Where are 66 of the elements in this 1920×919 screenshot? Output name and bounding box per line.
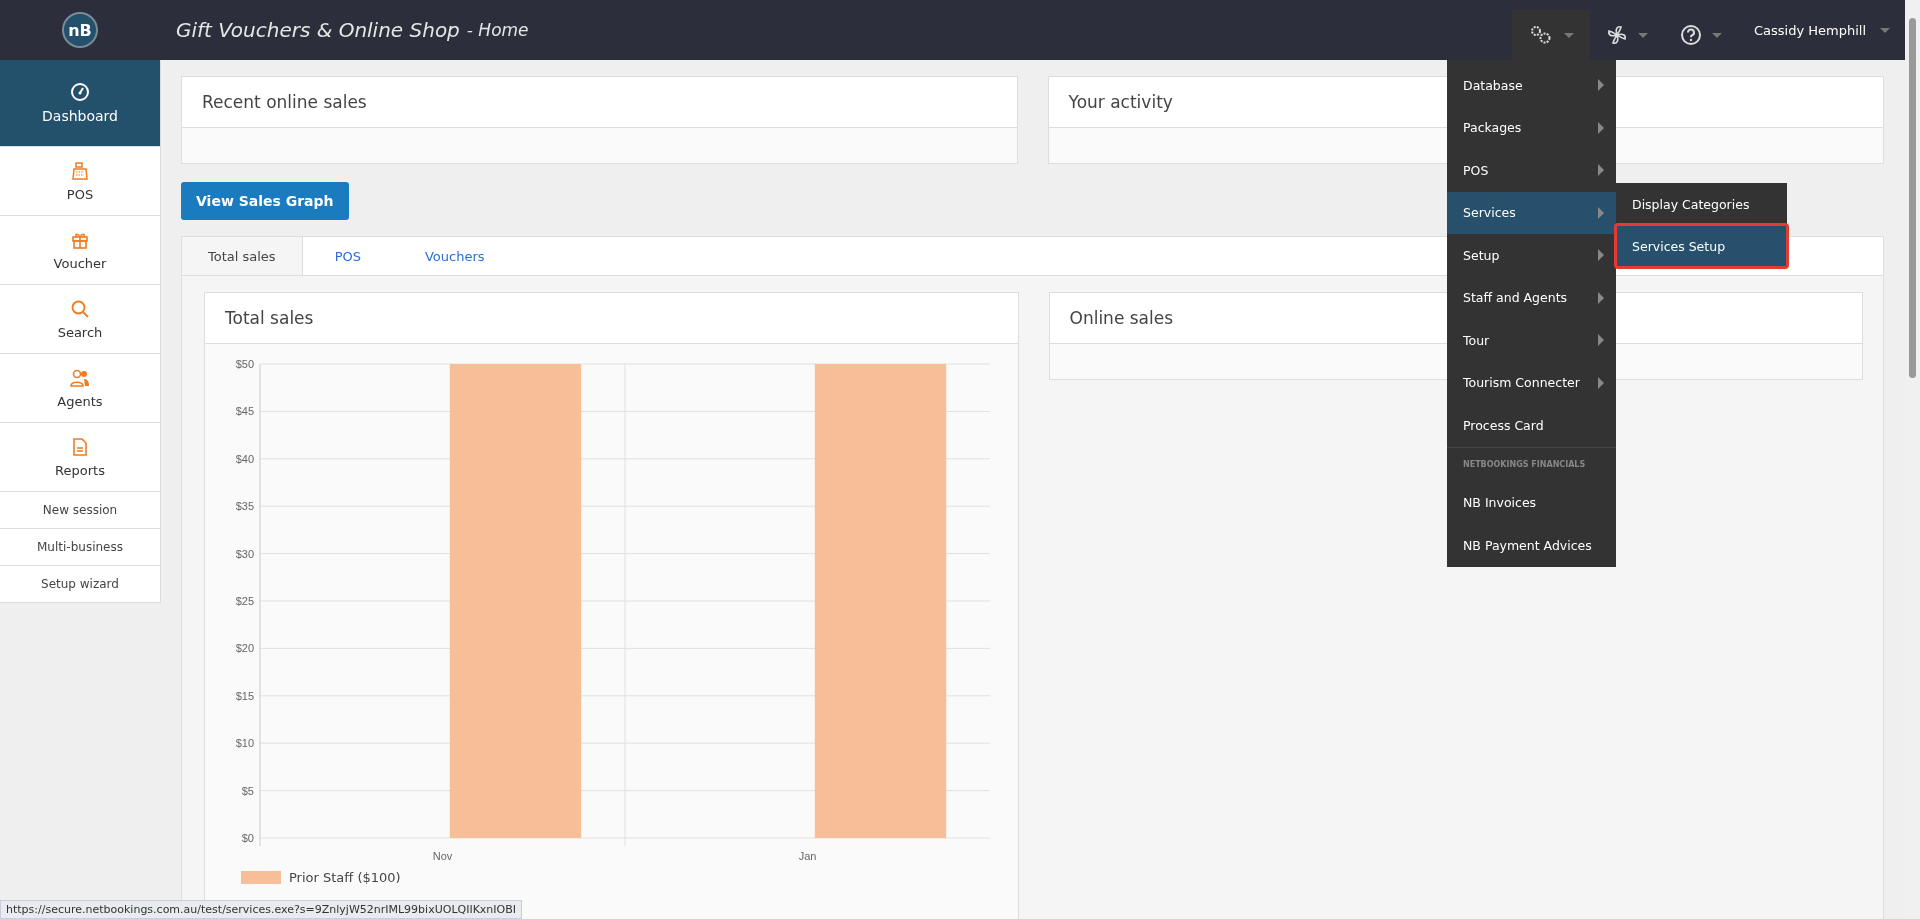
user-menu[interactable]: Cassidy Hemphill	[1753, 22, 1866, 38]
submenu-arrow-icon	[1598, 291, 1604, 304]
axis-tick-label: $35	[235, 500, 254, 513]
cash-register-icon	[70, 160, 90, 181]
menu-item[interactable]: POS	[1447, 149, 1616, 192]
status-url: https://secure.netbookings.com.au/test/services.exe?s=9ZnlyjW52nrIML99bixUOLQIIKxnIOBI	[0, 900, 523, 919]
axis-tick-label: $0	[241, 832, 254, 844]
menu-item[interactable]: Process Card	[1447, 404, 1616, 447]
sidebar-item[interactable]: Dashboard	[0, 60, 160, 147]
axis-tick-label: $20	[235, 642, 254, 655]
menu-item[interactable]: Services	[1447, 191, 1616, 234]
menu-item[interactable]: Setup	[1447, 234, 1616, 277]
document-icon	[71, 436, 89, 457]
help-icon	[1679, 24, 1702, 46]
legend-swatch	[241, 871, 281, 884]
sidebar-item[interactable]: Voucher	[0, 216, 160, 285]
axis-category-label: Nov	[432, 850, 453, 862]
view-sales-graph-button[interactable]: View Sales Graph	[181, 182, 349, 220]
axis-tick-label: $15	[235, 689, 254, 702]
sidebar-item[interactable]: Reports	[0, 423, 160, 492]
submenu-arrow-icon	[1598, 334, 1604, 347]
axis-tick-label: $40	[235, 452, 254, 465]
submenu-arrow-icon	[1598, 249, 1604, 262]
menu-section-header: NETBOOKINGS FINANCIALS	[1447, 446, 1616, 482]
submenu-arrow-icon	[1598, 376, 1604, 389]
submenu-arrow-icon	[1598, 79, 1604, 92]
sidebar-link[interactable]: Setup wizard	[0, 566, 160, 603]
menu-item[interactable]: NB Payment Advices	[1447, 524, 1616, 567]
panel-title: Online sales	[1069, 308, 1174, 328]
page-subtitle: - Home	[466, 20, 529, 40]
submenu-arrow-icon	[1598, 164, 1604, 177]
menu-item[interactable]: Staff and Agents	[1447, 276, 1616, 319]
sidebar-link[interactable]: New session	[0, 492, 160, 529]
pinwheel-icon	[1605, 24, 1628, 46]
menu-item[interactable]: Tour	[1447, 319, 1616, 362]
gauge-icon	[70, 82, 90, 102]
app-title: Gift Vouchers & Online Shop	[176, 18, 460, 42]
logo[interactable]: nB	[62, 12, 98, 48]
panel-title: Your activity	[1068, 92, 1173, 112]
menu-item[interactable]: Tourism Connecter	[1447, 361, 1616, 404]
people-icon	[69, 367, 91, 388]
submenu-item[interactable]: Display Categories	[1616, 183, 1787, 225]
sidebar-link[interactable]: Multi-business	[0, 529, 160, 566]
submenu-arrow-icon	[1598, 206, 1604, 219]
menu-item[interactable]: Database	[1447, 64, 1616, 107]
axis-tick-label: $5	[241, 784, 254, 797]
submenu-arrow-icon	[1598, 121, 1604, 134]
axis-tick-label: $10	[235, 737, 254, 750]
axis-category-label: Jan	[798, 850, 817, 862]
sidebar-item[interactable]: POS	[0, 147, 160, 216]
sidebar-item[interactable]: Agents	[0, 354, 160, 423]
panel-title: Total sales	[225, 308, 314, 328]
submenu-item[interactable]: Services Setup	[1616, 225, 1787, 267]
panel-title: Recent online sales	[202, 92, 367, 112]
sidebar-item[interactable]: Search	[0, 285, 160, 354]
tab[interactable]: Vouchers	[392, 237, 517, 275]
axis-tick-label: $25	[235, 595, 254, 607]
menu-item[interactable]: NB Invoices	[1447, 481, 1616, 524]
menu-item[interactable]: Packages	[1447, 106, 1616, 149]
legend-label: Prior Staff ($100)	[289, 870, 401, 885]
axis-tick-label: $45	[235, 405, 254, 418]
tab[interactable]: POS	[302, 237, 393, 275]
axis-tick-label: $50	[235, 358, 254, 370]
search-icon	[70, 298, 90, 319]
axis-tick-label: $30	[235, 547, 254, 560]
tab[interactable]: Total sales	[182, 237, 303, 275]
